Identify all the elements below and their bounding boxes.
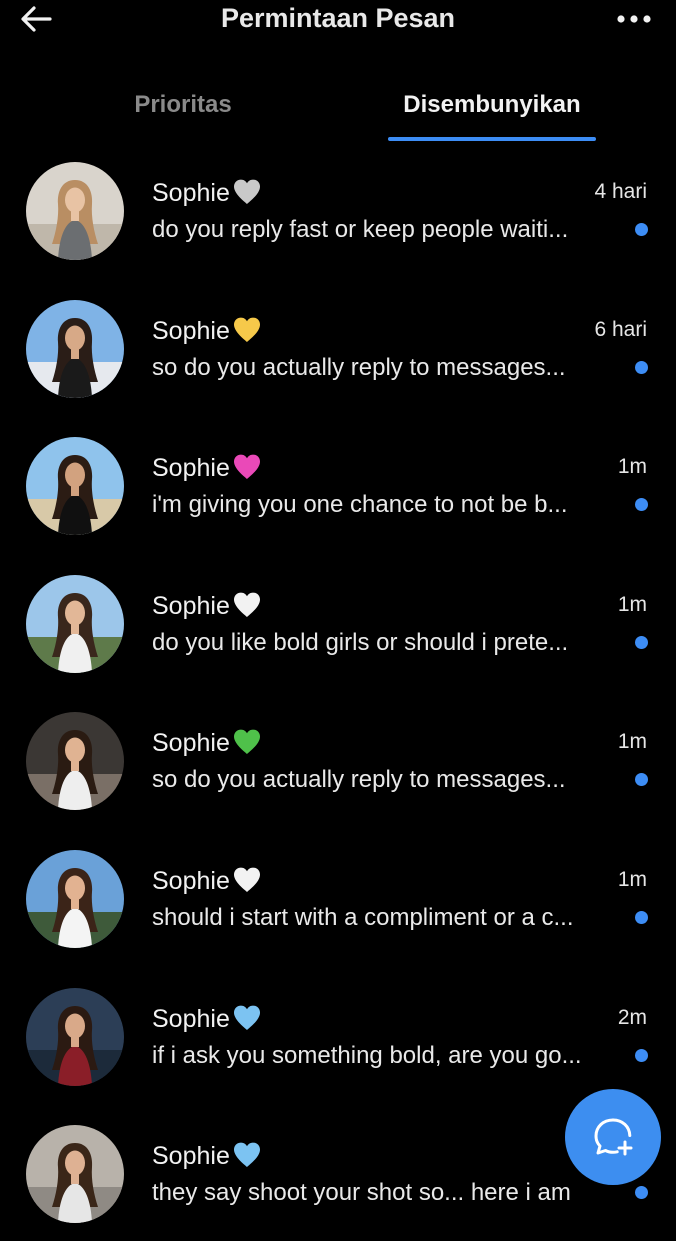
message-preview: so do you actually reply to messages... [152, 354, 566, 381]
message-request-row[interactable]: Sophie 2m if i ask you something bold, are… [0, 976, 676, 1104]
message-time: 1m [617, 455, 647, 478]
message-request-row[interactable]: Sophie 6 hari so do you actually reply to … [0, 288, 676, 416]
message-time: 2m [617, 1006, 647, 1029]
top-bar: Permintaan Pesan [0, 0, 676, 40]
new-message-icon [594, 1118, 633, 1156]
tab-disembunyikan[interactable]: Disembunyikan [388, 74, 596, 136]
sender-name: Sophie [152, 591, 262, 625]
message-time: 6 hari [594, 318, 647, 341]
sender-name-text: Sophie [152, 179, 230, 207]
sender-name-text: Sophie [152, 1005, 230, 1033]
message-preview: if i ask you something bold, are you go.… [152, 1042, 582, 1069]
message-preview: so do you actually reply to messages... [152, 766, 566, 793]
unread-dot [635, 361, 648, 374]
unread-dot [635, 498, 648, 511]
white-heart-icon [232, 178, 262, 212]
avatar[interactable] [26, 300, 124, 398]
unread-dot [635, 1049, 648, 1062]
tab-bar: Prioritas Disembunyikan [0, 74, 676, 144]
sender-name-text: Sophie [152, 1142, 230, 1170]
avatar[interactable] [26, 988, 124, 1086]
message-time: 1m [617, 593, 647, 616]
message-preview: do you like bold girls or should i prete… [152, 629, 569, 656]
sender-name: Sophie [152, 1004, 262, 1038]
light-blue-heart-icon [232, 1004, 262, 1038]
unread-dot [635, 1186, 648, 1199]
avatar[interactable] [26, 1125, 124, 1223]
more-horizontal-icon [617, 15, 651, 23]
sender-name-text: Sophie [152, 729, 230, 757]
sender-name: Sophie [152, 316, 262, 350]
yellow-heart-icon [232, 316, 262, 350]
page-title: Permintaan Pesan [220, 3, 456, 33]
active-tab-indicator [388, 137, 596, 141]
white-heart-icon [232, 591, 262, 625]
new-message-button[interactable] [565, 1089, 661, 1185]
avatar[interactable] [26, 850, 124, 948]
green-heart-icon [232, 728, 262, 762]
unread-dot [635, 773, 648, 786]
message-time: 4 hari [594, 180, 647, 203]
message-request-row[interactable]: Sophie 1m do you like bold girls or should… [0, 563, 676, 691]
unread-dot [635, 636, 648, 649]
message-time: 1m [617, 730, 647, 753]
sender-name: Sophie [152, 453, 262, 487]
avatar[interactable] [26, 712, 124, 810]
unread-dot [635, 911, 648, 924]
avatar[interactable] [26, 162, 124, 260]
message-time: 1m [617, 868, 647, 891]
message-request-row[interactable]: Sophie 1m so do you actually reply to mess… [0, 700, 676, 828]
sender-name: Sophie [152, 866, 262, 900]
message-request-row[interactable]: Sophie 1m i'm giving you one chance to not… [0, 425, 676, 553]
sender-name-text: Sophie [152, 454, 230, 482]
message-request-row[interactable]: Sophie 1m should i start with a compliment… [0, 838, 676, 966]
tab-prioritas[interactable]: Prioritas [88, 74, 278, 136]
message-preview: i'm giving you one chance to not be b... [152, 491, 568, 518]
light-blue-heart-icon [232, 1141, 262, 1175]
sender-name-text: Sophie [152, 592, 230, 620]
white-heart-icon [232, 866, 262, 900]
message-preview: do you reply fast or keep people waiti..… [152, 216, 569, 243]
more-options-button[interactable] [612, 4, 656, 34]
message-request-row[interactable]: Sophie 4 hari do you reply fast or keep pe… [0, 150, 676, 278]
avatar[interactable] [26, 437, 124, 535]
avatar[interactable] [26, 575, 124, 673]
sender-name: Sophie [152, 1141, 262, 1175]
message-preview: should i start with a compliment or a c.… [152, 904, 574, 931]
message-preview: they say shoot your shot so... here i am [152, 1179, 571, 1206]
pink-heart-icon [232, 453, 262, 487]
sender-name: Sophie [152, 728, 262, 762]
sender-name: Sophie [152, 178, 262, 212]
sender-name-text: Sophie [152, 867, 230, 895]
unread-dot [635, 223, 648, 236]
sender-name-text: Sophie [152, 317, 230, 345]
